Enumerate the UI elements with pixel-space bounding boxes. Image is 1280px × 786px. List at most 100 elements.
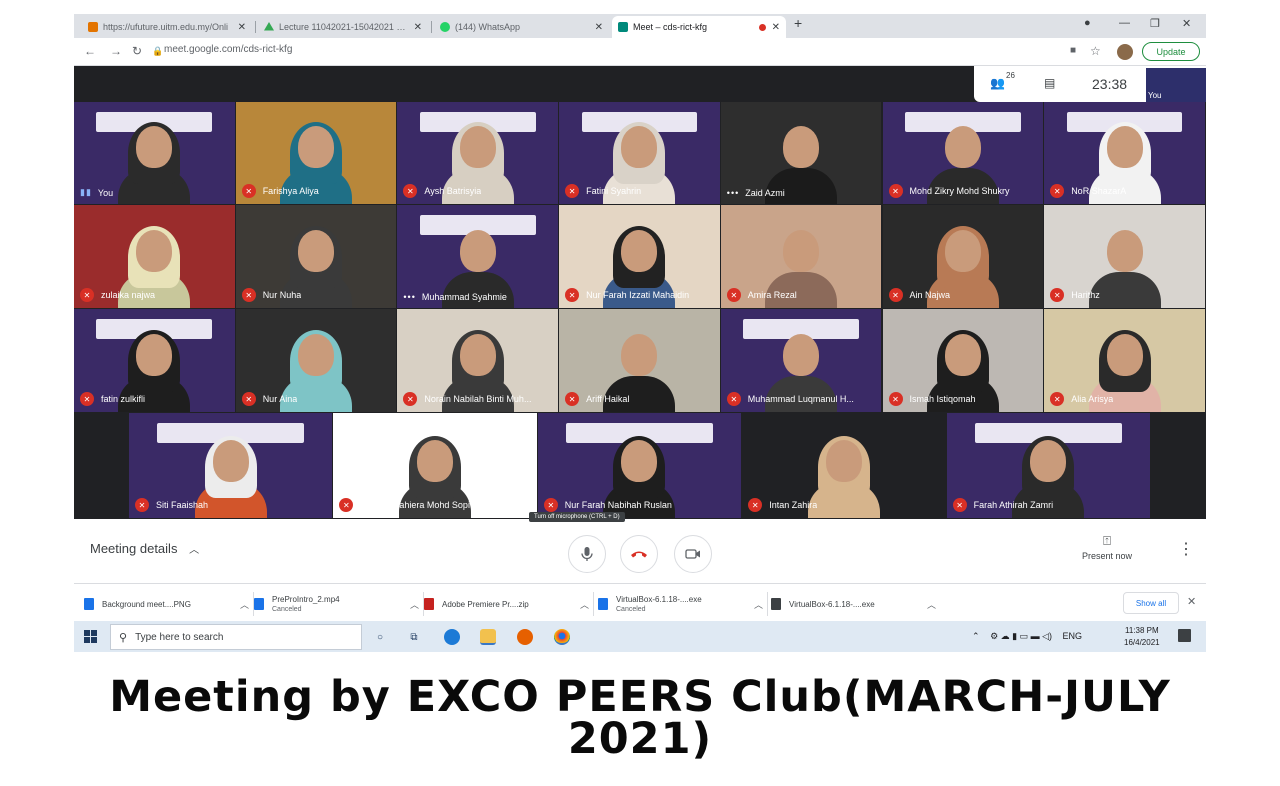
chevron-up-icon[interactable]: ︿ [240, 598, 249, 611]
participant-tile[interactable]: ✕ fatin zulkifli [74, 309, 235, 412]
participant-tile[interactable]: ✕ zulaika najwa [74, 205, 235, 308]
edge-browser-icon[interactable] [444, 629, 460, 645]
participant-tile[interactable]: ✕ Nik Norsyahiera Mohd Sopi [333, 413, 537, 518]
download-item[interactable]: VirtualBox-6.1.18-....exe Canceled ︿ [598, 590, 763, 618]
taskbar-search-input[interactable]: ⚲ Type here to search [110, 624, 362, 650]
update-button[interactable]: Update [1142, 42, 1200, 61]
bookmark-star-icon[interactable]: ☆ [1090, 44, 1101, 58]
camera-button[interactable] [674, 535, 712, 573]
meeting-details-button[interactable]: Meeting details ︿ [90, 541, 199, 556]
participant-tile[interactable]: ✕ Nur Farah Izzati Mahaidin [559, 205, 720, 308]
participant-tile[interactable]: ✕ NoR ShazarA [1044, 102, 1205, 204]
tab-ufuture[interactable]: https://ufuture.uitm.edu.my/Onli ✕ [82, 16, 252, 38]
participant-tile[interactable]: ✕ Siti Faaishah [129, 413, 333, 518]
reload-icon[interactable]: ↻ [132, 44, 142, 58]
participant-tile[interactable]: ✕ Nur Nuha [235, 205, 397, 308]
participant-tile[interactable]: ✕ Ariff Haikal [559, 309, 720, 412]
participant-tile[interactable]: ✕ Mohd Zikry Mohd Shukry [882, 102, 1044, 204]
leave-call-button[interactable] [620, 535, 658, 573]
back-arrow-icon[interactable]: ← [84, 44, 96, 58]
participant-tile[interactable]: ✕ Amira Rezal [720, 205, 882, 308]
download-filename: Background meet....PNG [102, 599, 191, 609]
minimize-icon[interactable]: — [1119, 17, 1130, 29]
maximize-icon[interactable]: ❐ [1150, 17, 1160, 30]
account-circle-icon[interactable]: ● [1084, 17, 1091, 29]
taskbar-clock[interactable]: 11:38 PM 16/4/2021 [1124, 625, 1160, 649]
participant-name: Muhammad Luqmanul H... [747, 394, 854, 404]
download-filename: VirtualBox-6.1.18-....exe [789, 599, 875, 609]
participant-tile[interactable]: ••• Zaid Azmi [720, 102, 882, 204]
chat-icon[interactable]: ▤ [1044, 76, 1055, 90]
participant-tile[interactable]: ✕ Fatini Syahrin [559, 102, 720, 204]
language-indicator[interactable]: ENG [1063, 631, 1083, 641]
participant-tile[interactable]: ✕ Farishya Aliya [235, 102, 397, 204]
firefox-icon[interactable] [517, 629, 533, 645]
show-all-downloads-button[interactable]: Show all [1123, 592, 1179, 614]
cortana-circle-icon[interactable]: ○ [372, 629, 388, 645]
participant-tile[interactable]: ✕ Farah Athirah Zamri [946, 413, 1150, 518]
chevron-up-icon[interactable]: ︿ [927, 598, 936, 611]
participant-video [114, 122, 194, 204]
tab-meet[interactable]: Meet – cds-rict-kfg ✕ [612, 16, 786, 38]
participant-name-bar: ✕ Nik Norsyahiera Mohd Sopi [339, 498, 470, 512]
close-icon[interactable]: ✕ [238, 22, 246, 33]
chrome-icon[interactable] [554, 629, 570, 645]
participant-tile[interactable]: ✕ Nur Farah Nabihah Ruslan [537, 413, 742, 518]
tray-chevron-up-icon[interactable]: ⌃ [972, 631, 980, 641]
tab-whatsapp[interactable]: (144) WhatsApp ✕ [434, 16, 609, 38]
participant-tile[interactable]: ✕ Ismah Istiqomah [882, 309, 1044, 412]
participant-tile[interactable]: ▮▮ You [74, 102, 235, 204]
muted-mic-icon: ✕ [888, 288, 903, 302]
participant-name-bar: ✕ Intan Zahira [748, 498, 817, 512]
participant-name-bar: ✕ Alia Arisya [1050, 392, 1113, 406]
participant-tile[interactable]: ✕ Alia Arisya [1044, 309, 1205, 412]
present-now-button[interactable]: ⍐ Present now [1074, 533, 1140, 561]
participant-tile[interactable]: ✕ Aysh Batrisyia [397, 102, 559, 204]
participant-tile[interactable]: ✕ Harithz [1044, 205, 1205, 308]
chevron-up-icon[interactable]: ︿ [580, 598, 589, 611]
notification-center-icon[interactable] [1178, 629, 1191, 642]
windows-start-icon[interactable] [84, 630, 97, 643]
download-item[interactable]: PreProIntro_2.mp4 Canceled ︿ [254, 590, 419, 618]
people-icon[interactable]: 👥 [990, 76, 1005, 90]
download-item[interactable]: Background meet....PNG ︿ [84, 590, 249, 618]
close-icon[interactable]: ✕ [414, 22, 422, 33]
participant-tile[interactable]: ✕ Norain Nabilah Binti Muh... [397, 309, 559, 412]
participant-tile[interactable]: ✕ Intan Zahira [742, 413, 946, 518]
participant-name-bar: ✕ Ariff Haikal [565, 392, 629, 406]
participant-tile[interactable]: ✕ Nur Aina [235, 309, 397, 412]
chevron-up-icon[interactable]: ︿ [754, 598, 763, 611]
download-item[interactable]: Adobe Premiere Pr....zip ︿ [424, 590, 589, 618]
participant-name-bar: ✕ Aysh Batrisyia [403, 184, 481, 198]
participant-name: Mohd Zikry Mohd Shukry [909, 186, 1010, 196]
new-tab-plus-icon[interactable]: + [794, 15, 802, 31]
tray-status-icons[interactable]: ⚙ ☁ ▮ ▭ ▬ ◁) [990, 631, 1052, 641]
self-view-thumbnail[interactable]: You [1146, 68, 1206, 102]
tab-lecture[interactable]: Lecture 11042021-15042021 - G ✕ [258, 16, 428, 38]
task-view-icon[interactable]: ⧉ [406, 629, 422, 645]
hang-up-phone-icon [631, 551, 647, 558]
close-icon[interactable]: ✕ [1187, 595, 1196, 608]
more-options-icon[interactable]: ⋮ [1178, 539, 1194, 559]
camera-indicator-icon[interactable]: ■ [1070, 45, 1076, 56]
window-close-icon[interactable]: ✕ [1182, 17, 1191, 30]
participant-tile[interactable]: ✕ Muhammad Luqmanul H... [720, 309, 882, 412]
video-camera-icon [685, 549, 700, 559]
close-icon[interactable]: ✕ [595, 22, 603, 33]
download-item[interactable]: VirtualBox-6.1.18-....exe ︿ [771, 590, 936, 618]
chevron-up-icon: ︿ [189, 545, 200, 556]
forward-arrow-icon[interactable]: → [110, 44, 122, 58]
participant-tile[interactable]: ✕ Ain Najwa [882, 205, 1044, 308]
muted-mic-icon: ✕ [80, 288, 94, 302]
download-filename: VirtualBox-6.1.18-....exe [616, 595, 702, 604]
microphone-button[interactable] [568, 535, 606, 573]
chevron-up-icon[interactable]: ︿ [410, 598, 419, 611]
muted-mic-icon: ✕ [1050, 392, 1065, 406]
file-explorer-icon[interactable] [480, 629, 496, 645]
profile-avatar[interactable] [1117, 44, 1133, 60]
participant-name-bar: ••• Zaid Azmi [727, 188, 785, 198]
address-bar-url[interactable]: meet.google.com/cds-rict-kfg [164, 44, 292, 55]
participant-name-bar: ✕ Harithz [1050, 288, 1100, 302]
close-icon[interactable]: ✕ [772, 22, 780, 33]
participant-tile[interactable]: ••• Muhammad Syahmie [397, 205, 559, 308]
